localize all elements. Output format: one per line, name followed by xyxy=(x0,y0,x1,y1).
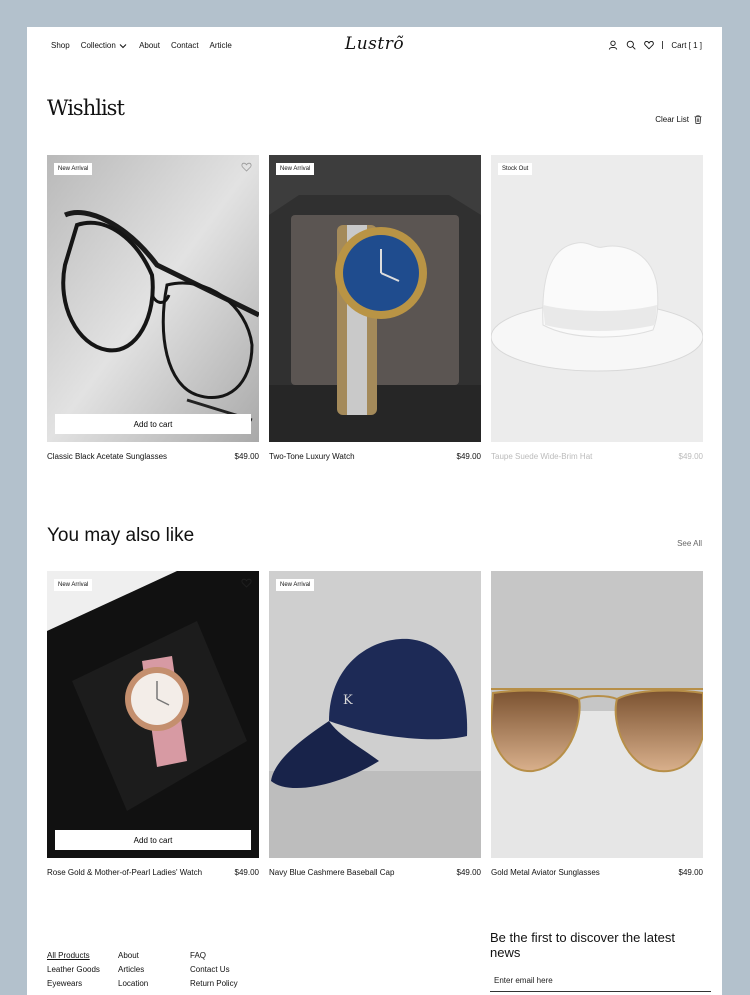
product-meta: Two-Tone Luxury Watch $49.00 xyxy=(269,452,481,461)
product-badge: New Arrival xyxy=(276,163,315,175)
product-card[interactable]: New Arrival Add to cart Classic Black Ac… xyxy=(47,155,259,461)
footer-col-help: FAQ Contact Us Return Policy xyxy=(190,949,238,991)
product-meta: Classic Black Acetate Sunglasses $49.00 xyxy=(47,452,259,461)
footer-link[interactable]: Return Policy xyxy=(190,977,238,991)
nav-collection-label: Collection xyxy=(80,41,116,50)
wishlist-title: Wishlist xyxy=(47,96,125,120)
product-meta: Gold Metal Aviator Sunglasses $49.00 xyxy=(491,868,703,877)
glasses-photo xyxy=(47,155,259,442)
product-name[interactable]: Navy Blue Cashmere Baseball Cap xyxy=(269,868,394,877)
heart-icon[interactable] xyxy=(241,578,252,588)
footer-link[interactable]: Contact Us xyxy=(190,963,238,977)
product-meta: Rose Gold & Mother-of-Pearl Ladies' Watc… xyxy=(47,868,259,877)
footer-link[interactable]: About xyxy=(118,949,148,963)
hat-photo xyxy=(491,155,703,442)
heart-icon[interactable] xyxy=(241,162,252,172)
cap-photo: K xyxy=(269,571,481,858)
product-image[interactable]: Stock Out xyxy=(491,155,703,442)
footer-link[interactable]: All Products xyxy=(47,949,100,963)
search-icon[interactable] xyxy=(626,40,636,50)
product-badge: New Arrival xyxy=(276,579,315,591)
product-card[interactable]: New Arrival Add to cart Rose Gold & Moth… xyxy=(47,571,259,877)
product-card[interactable]: Stock Out Taupe Suede Wide-Brim Hat $49.… xyxy=(491,155,703,461)
svg-text:K: K xyxy=(343,693,353,708)
cart-link[interactable]: Cart [ 1 ] xyxy=(671,41,702,50)
nav-about[interactable]: About xyxy=(139,41,160,50)
clear-list-button[interactable]: Clear List xyxy=(655,115,702,124)
nav-shop[interactable]: Shop xyxy=(51,41,70,50)
email-field[interactable] xyxy=(490,972,711,992)
product-meta: Navy Blue Cashmere Baseball Cap $49.00 xyxy=(269,868,481,877)
product-name[interactable]: Gold Metal Aviator Sunglasses xyxy=(491,868,600,877)
footer-col-company: About Articles Location xyxy=(118,949,148,991)
product-price: $49.00 xyxy=(678,868,703,877)
add-to-cart-button[interactable]: Add to cart xyxy=(55,830,251,850)
trash-icon xyxy=(694,115,702,124)
divider xyxy=(662,41,664,49)
add-to-cart-button[interactable]: Add to cart xyxy=(55,414,251,434)
product-name[interactable]: Two-Tone Luxury Watch xyxy=(269,452,355,461)
brand-logo[interactable]: Lustrõ xyxy=(345,34,404,54)
nav-contact[interactable]: Contact xyxy=(171,41,199,50)
product-name[interactable]: Taupe Suede Wide-Brim Hat xyxy=(491,452,592,461)
product-name[interactable]: Classic Black Acetate Sunglasses xyxy=(47,452,167,461)
nav-article[interactable]: Article xyxy=(210,41,232,50)
product-image[interactable]: New Arrival Add to cart xyxy=(47,155,259,442)
product-price: $49.00 xyxy=(456,452,481,461)
product-image[interactable]: New Arrival xyxy=(269,155,481,442)
user-icon[interactable] xyxy=(608,40,618,50)
nav-collection[interactable]: Collection xyxy=(81,41,128,50)
also-like-title: You may also like xyxy=(47,525,195,546)
aviator-photo xyxy=(491,571,703,858)
product-price: $49.00 xyxy=(234,868,259,877)
product-image[interactable]: K New Arrival xyxy=(269,571,481,858)
product-card[interactable]: Gold Metal Aviator Sunglasses $49.00 xyxy=(491,571,703,877)
product-badge: Stock Out xyxy=(498,163,533,175)
footer-link[interactable]: Location xyxy=(118,977,148,991)
product-price: $49.00 xyxy=(456,868,481,877)
header-actions: Cart [ 1 ] xyxy=(608,40,702,50)
footer-link[interactable]: Leather Goods xyxy=(47,963,100,977)
watch-photo xyxy=(269,155,481,442)
product-meta: Taupe Suede Wide-Brim Hat $49.00 xyxy=(491,452,703,461)
see-all-link[interactable]: See All xyxy=(677,539,702,548)
product-badge: New Arrival xyxy=(54,163,93,175)
footer-link[interactable]: Eyewears xyxy=(47,977,100,991)
product-name[interactable]: Rose Gold & Mother-of-Pearl Ladies' Watc… xyxy=(47,868,202,877)
product-image[interactable]: New Arrival Add to cart xyxy=(47,571,259,858)
ladies-watch-photo xyxy=(47,571,259,858)
heart-icon[interactable] xyxy=(644,40,655,50)
product-card[interactable]: K New Arrival Navy Blue Cashmere Basebal… xyxy=(269,571,481,877)
product-image[interactable] xyxy=(491,571,703,858)
footer-col-shop: All Products Leather Goods Eyewears xyxy=(47,949,100,991)
newsletter-title: Be the first to discover the latest news xyxy=(490,930,675,960)
footer-link[interactable]: FAQ xyxy=(190,949,238,963)
chevron-down-icon xyxy=(119,44,127,49)
footer-link[interactable]: Articles xyxy=(118,963,148,977)
product-price: $49.00 xyxy=(678,452,703,461)
page: Shop Collection About Contact Article Lu… xyxy=(27,27,722,995)
clear-list-label: Clear List xyxy=(655,115,689,124)
product-badge: New Arrival xyxy=(54,579,93,591)
product-price: $49.00 xyxy=(234,452,259,461)
main-nav: Shop Collection About Contact Article xyxy=(51,41,232,50)
product-card[interactable]: New Arrival Two-Tone Luxury Watch $49.00 xyxy=(269,155,481,461)
